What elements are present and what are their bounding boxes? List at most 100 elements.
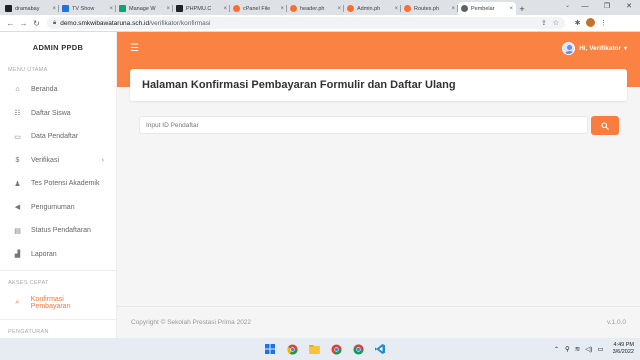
user-menu[interactable]: Hi, Verifikator ▾	[562, 41, 627, 55]
sidebar-divider	[0, 270, 116, 271]
windows-logo-icon	[265, 344, 275, 354]
maximize-icon[interactable]: ❐	[596, 0, 618, 14]
tab-label: header.ph	[300, 5, 325, 12]
sidebar-item-verifikasi[interactable]: $ Verifikasi ›	[0, 149, 116, 173]
sidebar-item-label: Laporan	[31, 250, 57, 258]
sidebar-item-daftar-siswa[interactable]: ☷ Daftar Siswa	[0, 102, 116, 126]
close-window-icon[interactable]: ✕	[618, 0, 640, 14]
sidebar-item-pengumuman[interactable]: ◀ Pengumuman	[0, 196, 116, 220]
section-label-pengaturan: PENGATURAN	[8, 328, 49, 335]
speaker-icon[interactable]: ◁)	[585, 345, 592, 353]
user-check-icon: ♟	[14, 180, 21, 188]
tab-favicon-icon	[119, 5, 126, 12]
chevron-up-icon[interactable]: ⌃	[554, 346, 559, 353]
sidebar-item-status-pendaftaran[interactable]: ▤ Status Pendaftaran	[0, 219, 116, 243]
tab-search-icon[interactable]: ⌄	[565, 2, 570, 9]
sidebar-brand[interactable]: ADMIN PPDB	[0, 32, 116, 62]
sidebar-item-laporan[interactable]: ▟ Laporan	[0, 243, 116, 267]
browser-tab[interactable]: Routes.ph ×	[401, 2, 458, 15]
tab-close-icon[interactable]: ×	[509, 6, 513, 12]
windows-start-icon[interactable]	[262, 341, 278, 357]
extensions-icon[interactable]: ✱	[571, 19, 584, 27]
sidebar-item-label: Daftar Siswa	[31, 109, 71, 117]
minimize-icon[interactable]: —	[574, 0, 596, 14]
tab-favicon-icon	[233, 5, 240, 12]
network-icon[interactable]: ⚲	[565, 345, 570, 353]
chrome-logo-icon	[286, 343, 298, 355]
chrome-icon[interactable]	[284, 341, 300, 357]
sidebar-item-konfirmasi-pembayaran[interactable]: ⌕ Konfirmasi Pembayaran	[0, 291, 116, 315]
tab-close-icon[interactable]: ×	[109, 6, 113, 12]
back-icon[interactable]: ←	[4, 19, 17, 28]
browser-tab[interactable]: header.ph ×	[287, 2, 344, 15]
battery-icon[interactable]: ▭	[597, 345, 603, 353]
lock-icon[interactable]: 🔒︎	[53, 20, 56, 27]
browser-tab[interactable]: Manage W ×	[116, 2, 173, 15]
reload-icon[interactable]: ↻	[30, 19, 43, 28]
tab-close-icon[interactable]: ×	[166, 6, 170, 12]
sidebar: ADMIN PPDB MENU UTAMA ⌂ Beranda ☷ Daftar…	[0, 32, 117, 338]
chrome-logo-icon	[352, 343, 364, 355]
users-icon: ☷	[14, 110, 21, 118]
tab-close-icon[interactable]: ×	[280, 6, 284, 12]
sidebar-item-label: Verifikasi	[31, 156, 60, 164]
chrome-profile-icon[interactable]	[328, 341, 344, 357]
share-icon[interactable]: ⇪	[541, 19, 547, 27]
version-text: v.1.0.0	[606, 319, 626, 326]
tab-favicon-icon	[290, 5, 297, 12]
browser-tab-active[interactable]: Pembelar ×	[458, 2, 516, 15]
sidebar-item-label: Tes Potensi Akademik	[31, 180, 100, 188]
taskbar-clock[interactable]: 4:49 PM 3/6/2022	[613, 342, 634, 356]
sidebar-item-label: Konfirmasi Pembayaran	[30, 295, 71, 310]
profile-avatar[interactable]	[584, 17, 597, 29]
sidebar-item-label: Pengumuman	[31, 203, 75, 211]
new-tab-icon[interactable]: +	[516, 2, 528, 15]
wifi-icon[interactable]: ≋	[575, 345, 580, 353]
dollar-icon: $	[15, 156, 20, 164]
sidebar-item-tes-potensi-akademik[interactable]: ♟ Tes Potensi Akademik	[0, 172, 116, 196]
file-explorer-icon[interactable]	[306, 341, 322, 357]
sidebar-item-data-pendaftar[interactable]: ▭ Data Pendaftar	[0, 125, 116, 149]
sidebar-item-label: Status Pendaftaran	[31, 227, 91, 235]
forward-icon[interactable]: →	[17, 19, 30, 28]
clock-time: 4:49 PM	[613, 342, 634, 348]
tab-favicon-icon	[347, 5, 354, 12]
browser-toolbar: ← → ↻ 🔒︎ demo.smkwibawataruna.sch.id /ve…	[0, 15, 640, 32]
url-path: /verifikator/konfirmasi	[149, 19, 211, 27]
tab-label: Pembelar	[471, 5, 495, 12]
tab-close-icon[interactable]: ×	[394, 6, 398, 12]
search-form	[139, 116, 619, 136]
menu-dots-icon[interactable]: ⋮	[597, 19, 610, 27]
search-input[interactable]	[139, 116, 588, 134]
hamburger-menu-icon[interactable]: ☰	[130, 43, 139, 54]
tab-close-icon[interactable]: ×	[223, 6, 227, 12]
window-controls: — ❐ ✕	[574, 0, 640, 14]
browser-tab[interactable]: cPanel File ×	[230, 2, 287, 15]
copyright-text: Copyright © Sekolah Prestasi Prima 2022	[131, 319, 252, 326]
system-tray: ⌃ ⚲ ≋ ◁) ▭ 4:49 PM 3/6/2022	[554, 338, 634, 360]
page-footer: Copyright © Sekolah Prestasi Prima 2022 …	[117, 306, 640, 338]
address-bar[interactable]: 🔒︎ demo.smkwibawataruna.sch.id /verifika…	[47, 17, 565, 29]
os-taskbar: ⌃ ⚲ ≋ ◁) ▭ 4:49 PM 3/6/2022	[0, 338, 640, 360]
sidebar-item-label: Beranda	[31, 86, 58, 94]
tab-label: cPanel File	[243, 5, 271, 12]
edit-icon: ▤	[14, 227, 21, 235]
browser-tab[interactable]: Admin.ph ×	[344, 2, 401, 15]
bookmark-star-icon[interactable]: ☆	[553, 19, 559, 27]
tab-favicon-icon	[176, 5, 183, 12]
browser-tab[interactable]: TV Show ×	[59, 2, 116, 15]
tab-close-icon[interactable]: ×	[451, 6, 455, 12]
main-content: ☰ Hi, Verifikator ▾ Halaman Konfirmasi P…	[117, 32, 640, 338]
tab-close-icon[interactable]: ×	[337, 6, 341, 12]
vscode-icon[interactable]	[372, 341, 388, 357]
tab-favicon-icon	[404, 5, 411, 12]
browser-tab[interactable]: PHPMU.C ×	[173, 2, 230, 15]
browser-tab[interactable]: dramabay ×	[2, 2, 59, 15]
sidebar-item-beranda[interactable]: ⌂ Beranda	[0, 78, 116, 102]
top-navbar: ☰ Hi, Verifikator ▾	[117, 32, 640, 64]
clock-date: 3/6/2022	[612, 349, 634, 355]
chrome-alt-icon[interactable]	[350, 341, 366, 357]
tab-close-icon[interactable]: ×	[52, 6, 56, 12]
search-button[interactable]	[591, 116, 619, 135]
home-icon: ⌂	[15, 86, 20, 94]
